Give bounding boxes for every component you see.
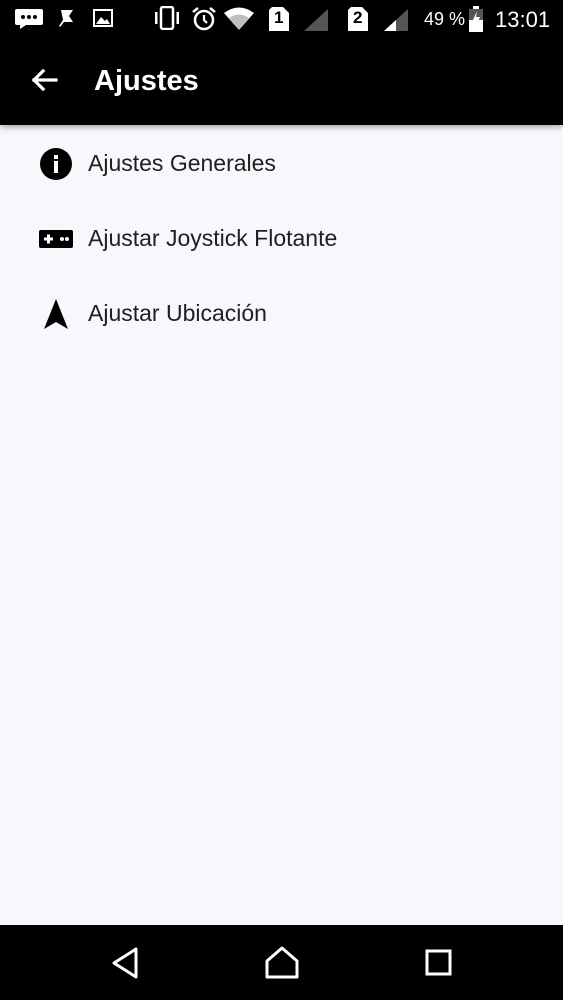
image-icon [93, 9, 113, 27]
sim1-label: 1 [274, 8, 284, 27]
settings-item-joystick[interactable]: Ajustar Joystick Flotante [0, 200, 563, 275]
vibrate-icon [155, 6, 179, 30]
page-title: Ajustes [94, 65, 199, 97]
clock: 13:01 [495, 7, 551, 32]
navigation-bar [0, 925, 563, 1000]
back-button[interactable] [22, 58, 66, 102]
settings-item-general[interactable]: Ajustes Generales [0, 125, 563, 200]
settings-item-location[interactable]: Ajustar Ubicación [0, 275, 563, 350]
signal-icon [304, 9, 328, 31]
back-triangle-icon [112, 947, 138, 979]
app-bar: Ajustes [0, 38, 563, 125]
info-icon [40, 148, 72, 180]
navigation-icon [44, 299, 68, 329]
nav-recents-button[interactable] [418, 943, 458, 983]
alarm-icon [192, 7, 216, 31]
sim2-label: 2 [353, 8, 363, 27]
home-icon [265, 946, 299, 979]
gamepad-icon [39, 230, 73, 248]
nav-back-button[interactable] [106, 943, 146, 983]
battery-percentage: 49 % [424, 9, 466, 29]
wifi-icon [224, 7, 254, 30]
settings-item-label: Ajustar Joystick Flotante [88, 225, 338, 251]
nav-home-button[interactable] [262, 943, 302, 983]
pin-icon [59, 10, 73, 27]
signal-icon [384, 9, 408, 31]
settings-item-label: Ajustes Generales [88, 150, 276, 176]
settings-item-label: Ajustar Ubicación [88, 300, 267, 326]
arrow-back-icon [31, 68, 58, 92]
chat-icon [15, 9, 43, 29]
recents-icon [425, 949, 452, 976]
status-bar: 1 2 49 % 13:01 [0, 0, 563, 38]
battery-icon [469, 6, 483, 32]
settings-list: Ajustes Generales Ajustar Joystick Flota… [0, 125, 563, 350]
